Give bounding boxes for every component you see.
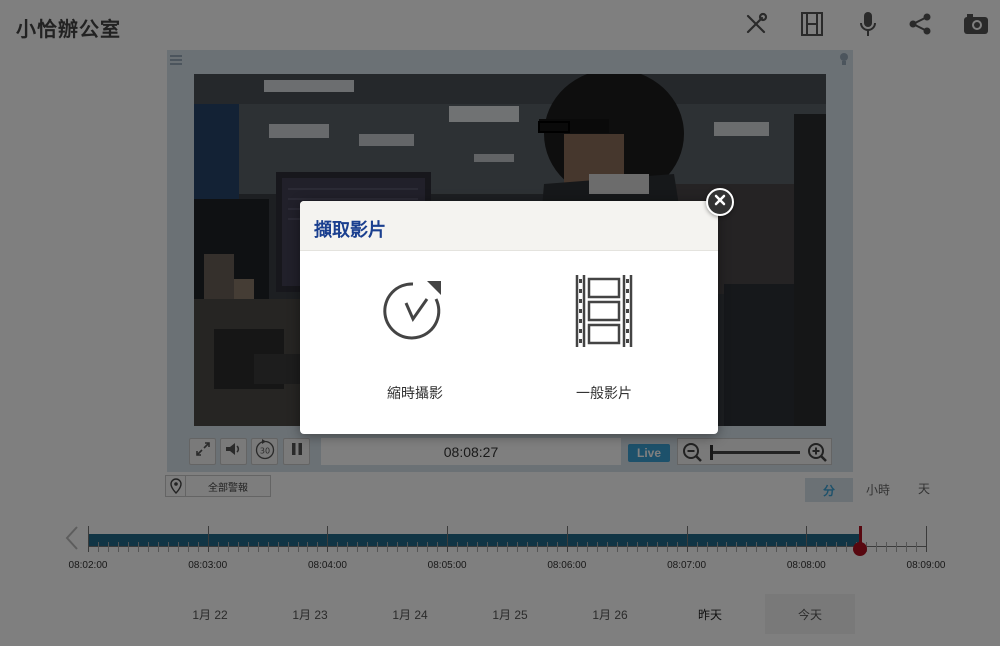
- capture-video-dialog: 擷取影片 縮時攝影 一般影片: [300, 201, 718, 434]
- timelapse-option[interactable]: 縮時攝影: [350, 271, 480, 411]
- timelapse-label: 縮時攝影: [387, 385, 443, 401]
- dialog-header: 擷取影片: [300, 201, 718, 251]
- normal-video-label: 一般影片: [576, 385, 632, 401]
- normal-video-option[interactable]: 一般影片: [539, 271, 669, 411]
- dialog-title: 擷取影片: [314, 220, 386, 240]
- close-button[interactable]: [706, 188, 734, 216]
- timelapse-icon: [375, 271, 455, 351]
- close-icon: [714, 193, 726, 211]
- film-strip-icon: [564, 271, 644, 351]
